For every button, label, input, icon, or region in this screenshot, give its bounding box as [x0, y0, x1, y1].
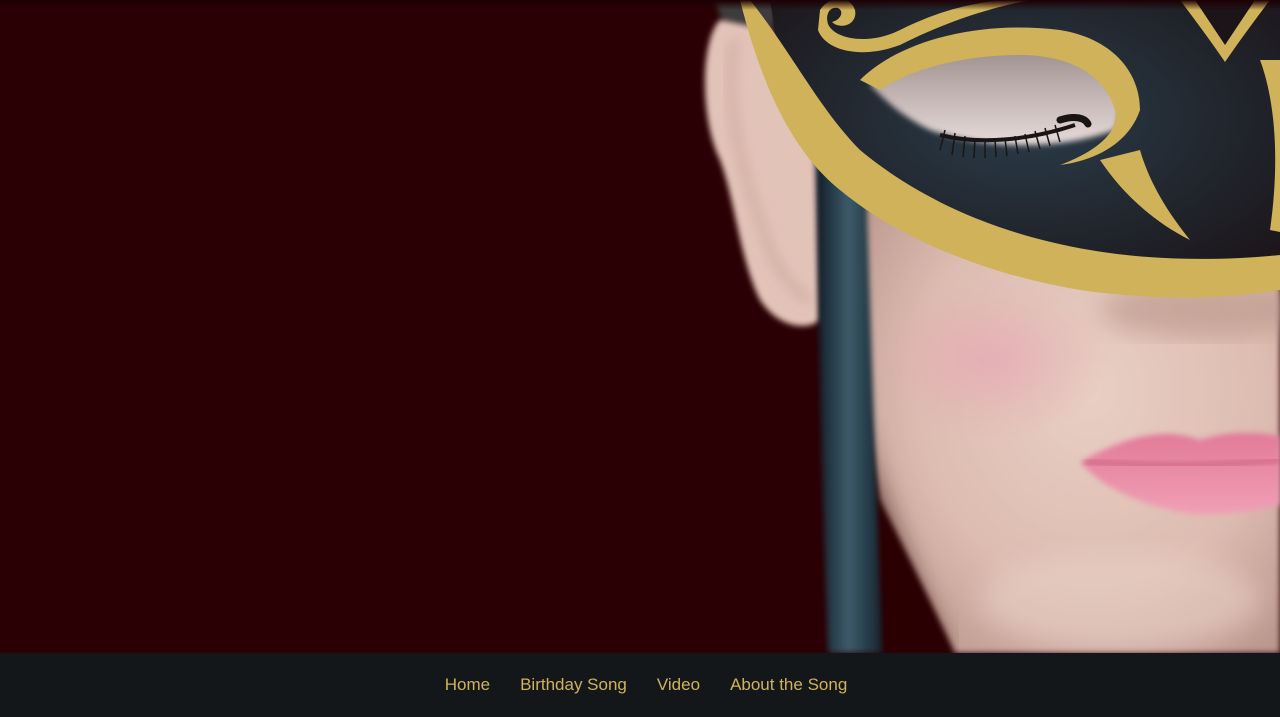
- nav-link-video[interactable]: Video: [657, 675, 700, 695]
- bottom-navigation: Home Birthday Song Video About the Song: [0, 653, 1280, 717]
- masked-woman-illustration: [705, 0, 1280, 653]
- nav-link-birthday-song[interactable]: Birthday Song: [520, 675, 627, 695]
- page: Home Birthday Song Video About the Song: [0, 0, 1280, 717]
- nav-link-about-the-song[interactable]: About the Song: [730, 675, 847, 695]
- hero-banner: [0, 0, 1280, 653]
- nav-link-home[interactable]: Home: [445, 675, 490, 695]
- hero-top-shadow: [0, 0, 1280, 10]
